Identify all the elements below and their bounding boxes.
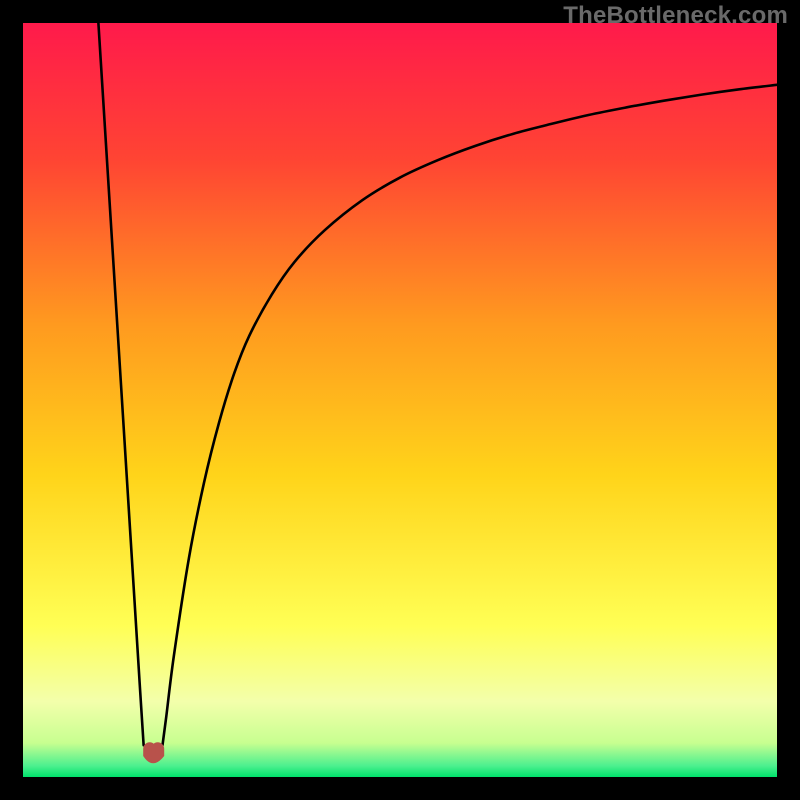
gradient-background xyxy=(23,23,777,777)
chart-frame: TheBottleneck.com xyxy=(0,0,800,800)
plot-area xyxy=(23,23,777,777)
minimum-marker xyxy=(144,743,164,763)
watermark-text: TheBottleneck.com xyxy=(563,2,788,30)
chart-svg xyxy=(23,23,777,777)
